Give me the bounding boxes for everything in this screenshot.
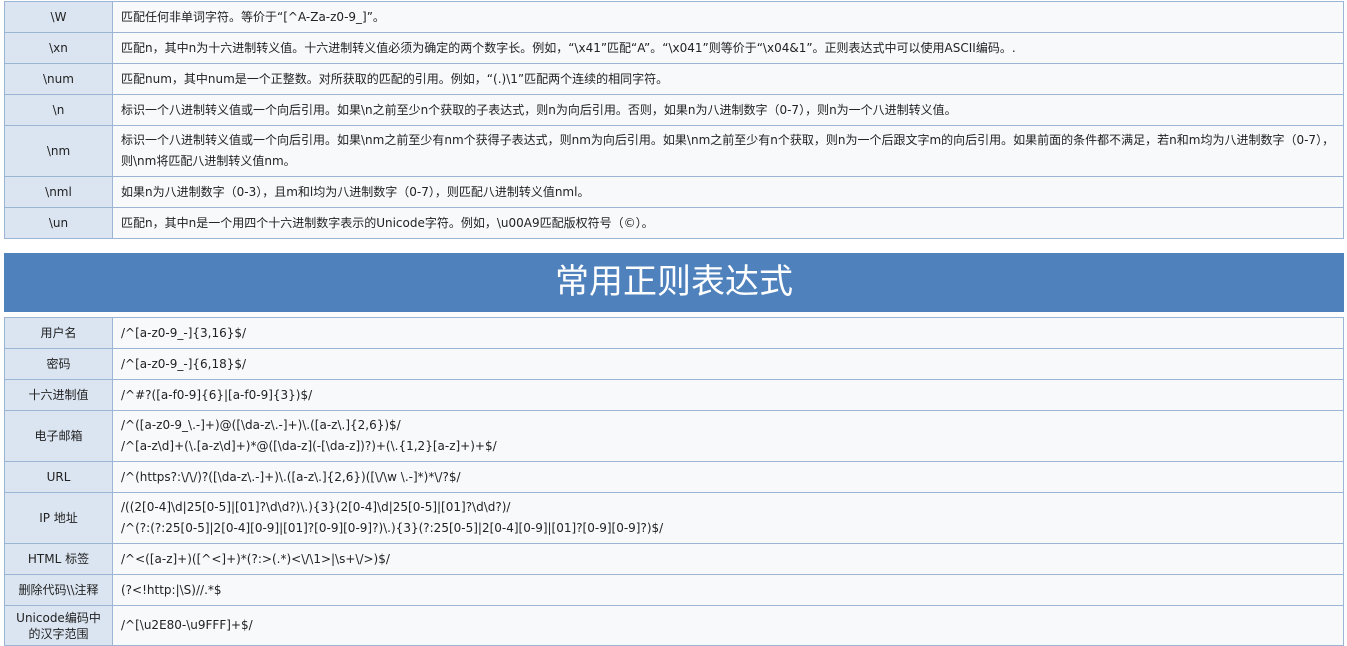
regex-pattern: /((2[0-4]\d|25[0-5]|[01]?\d\d?)\.){3}(2[… (112, 492, 1344, 544)
table-row: \W 匹配任何非单词字符。等价于“[^A-Za-z0-9_]”。 (4, 1, 1344, 33)
metachar-key: \num (4, 63, 113, 95)
regex-line: /((2[0-4]\d|25[0-5]|[01]?\d\d?)\.){3}(2[… (121, 500, 511, 514)
regex-line: /^#?([a-f0-9]{6}|[a-f0-9]{3})$/ (121, 387, 313, 402)
metachar-desc: 如果n为八进制数字（0-3），且m和l均为八进制数字（0-7），则匹配八进制转义… (112, 176, 1344, 208)
regex-name: 用户名 (4, 317, 113, 349)
regex-line: (?<!http:|\S)//.*$ (121, 582, 222, 597)
regex-pattern: /^#?([a-f0-9]{6}|[a-f0-9]{3})$/ (112, 379, 1344, 411)
regex-name: IP 地址 (4, 492, 113, 544)
table-row: \nml 如果n为八进制数字（0-3），且m和l均为八进制数字（0-7），则匹配八… (4, 176, 1344, 208)
metachar-desc: 匹配任何非单词字符。等价于“[^A-Za-z0-9_]”。 (112, 1, 1344, 33)
regex-pattern: /^(https?:\/\/)?([\da-z\.-]+)\.([a-z\.]{… (112, 461, 1344, 493)
regex-line: /^<([a-z]+)([^<]+)*(?:>(.*)<\/\1>|\s+\/>… (121, 551, 390, 566)
regex-name: 密码 (4, 348, 113, 380)
regex-name: URL (4, 461, 113, 493)
table-row: 删除代码\\注释 (?<!http:|\S)//.*$ (4, 574, 1344, 606)
table-row: URL /^(https?:\/\/)?([\da-z\.-]+)\.([a-z\… (4, 461, 1344, 493)
metachar-desc: 匹配n，其中n为十六进制转义值。十六进制转义值必须为确定的两个数字长。例如，“\… (112, 32, 1344, 64)
section-title: 常用正则表达式 (4, 253, 1344, 312)
regex-line: /^(https?:\/\/)?([\da-z\.-]+)\.([a-z\.]{… (121, 469, 461, 484)
metachar-key: \nm (4, 125, 113, 177)
table-row: 用户名 /^[a-z0-9_-]{3,16}$/ (4, 317, 1344, 349)
regex-name: 电子邮箱 (4, 410, 113, 462)
metachar-key: \n (4, 94, 113, 126)
regex-line: /^[\u2E80-\u9FFF]+$/ (121, 618, 253, 632)
regex-line: /^[a-z\d]+(\.[a-z\d]+)*@([\da-z](-[\da-z… (121, 439, 497, 453)
metachar-desc: 标识一个八进制转义值或一个向后引用。如果\n之前至少n个获取的子表达式，则n为向… (112, 94, 1344, 126)
regex-line: /^([a-z0-9_\.-]+)@([\da-z\.-]+)\.([a-z\.… (121, 418, 401, 432)
metachar-key: \un (4, 207, 113, 239)
regex-pattern: /^[a-z0-9_-]{6,18}$/ (112, 348, 1344, 380)
metachar-key: \W (4, 1, 113, 33)
table-row: 密码 /^[a-z0-9_-]{6,18}$/ (4, 348, 1344, 380)
table-row: \n 标识一个八进制转义值或一个向后引用。如果\n之前至少n个获取的子表达式，则n… (4, 94, 1344, 126)
table-row: 十六进制值 /^#?([a-f0-9]{6}|[a-f0-9]{3})$/ (4, 379, 1344, 411)
table-row: 电子邮箱 /^([a-z0-9_\.-]+)@([\da-z\.-]+)\.([a… (4, 410, 1344, 462)
regex-line: /^[a-z0-9_-]{3,16}$/ (121, 325, 247, 340)
regex-pattern: /^[\u2E80-\u9FFF]+$/ (112, 605, 1344, 646)
regex-name: Unicode编码中的汉字范围 (4, 605, 113, 646)
table-row: Unicode编码中的汉字范围 /^[\u2E80-\u9FFF]+$/ (4, 605, 1344, 646)
table-row: \xn 匹配n，其中n为十六进制转义值。十六进制转义值必须为确定的两个数字长。例如… (4, 32, 1344, 64)
table-row: \num 匹配num，其中num是一个正整数。对所获取的匹配的引用。例如，“(.)… (4, 63, 1344, 95)
metachar-key: \nml (4, 176, 113, 208)
metachar-key: \xn (4, 32, 113, 64)
metacharacter-table: \W 匹配任何非单词字符。等价于“[^A-Za-z0-9_]”。 \xn 匹配n，其… (4, 1, 1344, 239)
table-row: \nm 标识一个八进制转义值或一个向后引用。如果\nm之前至少有nm个获得子表达式… (4, 125, 1344, 177)
metachar-desc: 标识一个八进制转义值或一个向后引用。如果\nm之前至少有nm个获得子表达式，则n… (112, 125, 1344, 177)
regex-pattern: (?<!http:|\S)//.*$ (112, 574, 1344, 606)
regex-pattern: /^<([a-z]+)([^<]+)*(?:>(.*)<\/\1>|\s+\/>… (112, 543, 1344, 575)
common-regex-table: 用户名 /^[a-z0-9_-]{3,16}$/ 密码 /^[a-z0-9_-]{6… (4, 317, 1344, 646)
metachar-desc: 匹配num，其中num是一个正整数。对所获取的匹配的引用。例如，“(.)\1”匹… (112, 63, 1344, 95)
regex-name: HTML 标签 (4, 543, 113, 575)
regex-pattern: /^([a-z0-9_\.-]+)@([\da-z\.-]+)\.([a-z\.… (112, 410, 1344, 462)
regex-line: /^(?:(?:25[0-5]|2[0-4][0-9]|[01]?[0-9][0… (121, 521, 664, 535)
regex-pattern: /^[a-z0-9_-]{3,16}$/ (112, 317, 1344, 349)
regex-line: /^[a-z0-9_-]{6,18}$/ (121, 356, 247, 371)
table-row: IP 地址 /((2[0-4]\d|25[0-5]|[01]?\d\d?)\.){… (4, 492, 1344, 544)
regex-name: 十六进制值 (4, 379, 113, 411)
table-row: HTML 标签 /^<([a-z]+)([^<]+)*(?:>(.*)<\/\1>… (4, 543, 1344, 575)
table-row: \un 匹配n，其中n是一个用四个十六进制数字表示的Unicode字符。例如，\u… (4, 207, 1344, 239)
metachar-desc: 匹配n，其中n是一个用四个十六进制数字表示的Unicode字符。例如，\u00A… (112, 207, 1344, 239)
regex-name: 删除代码\\注释 (4, 574, 113, 606)
